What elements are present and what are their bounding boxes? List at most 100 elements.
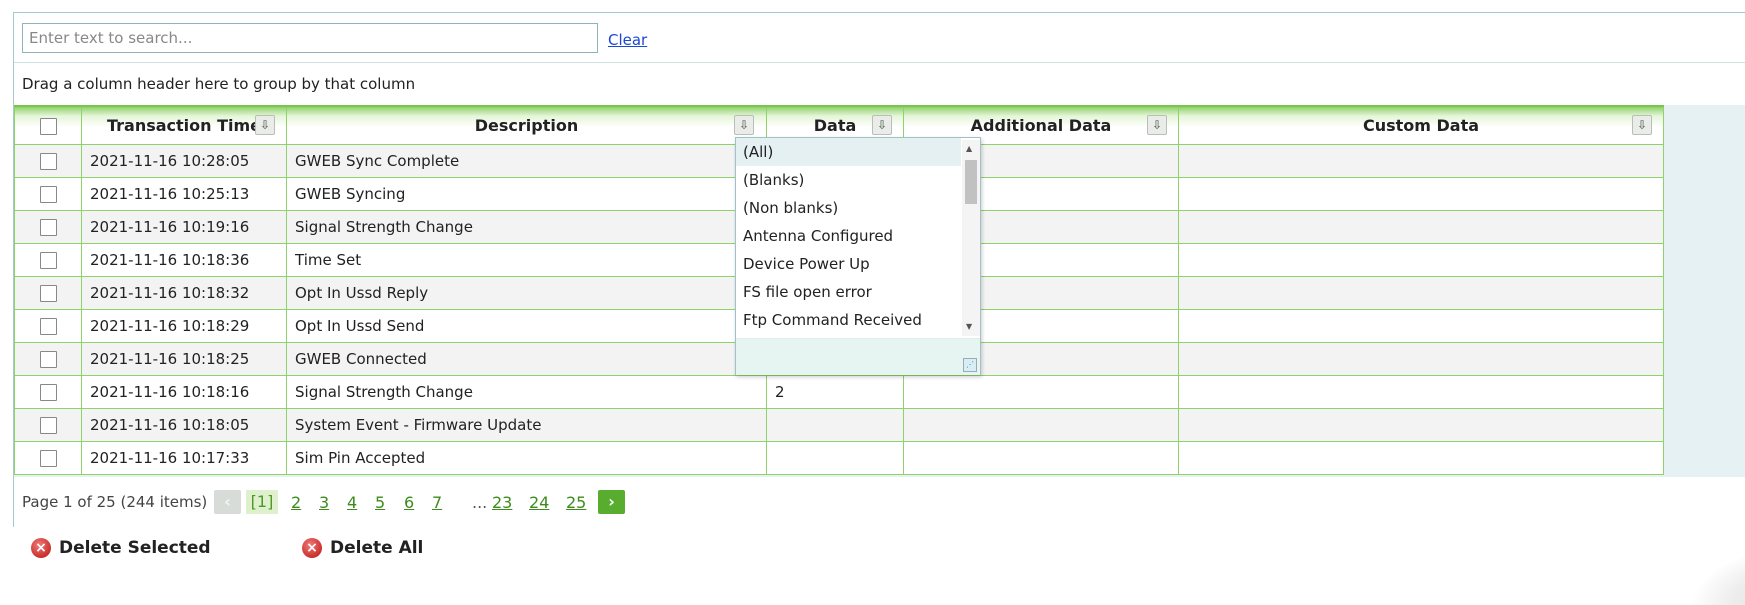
row-checkbox[interactable] bbox=[39, 317, 57, 335]
page-link-3[interactable]: 3 bbox=[319, 493, 329, 512]
cell-custom bbox=[1178, 308, 1664, 343]
cell-time: 2021-11-16 10:25:13 bbox=[81, 176, 287, 211]
filter-dropdown-icon[interactable]: ⇩ bbox=[1632, 115, 1652, 135]
row-select-cell bbox=[14, 407, 82, 442]
filter-option[interactable]: (Blanks) bbox=[736, 166, 961, 194]
row-checkbox[interactable] bbox=[39, 284, 57, 302]
next-page-button[interactable]: › bbox=[598, 490, 625, 514]
cell-time: 2021-11-16 10:18:32 bbox=[81, 275, 287, 310]
page-link-2[interactable]: 2 bbox=[291, 493, 301, 512]
cell-custom bbox=[1178, 440, 1664, 475]
cell-time: 2021-11-16 10:19:16 bbox=[81, 209, 287, 244]
page-link-7[interactable]: 7 bbox=[432, 493, 442, 512]
filter-option[interactable]: Antenna Configured bbox=[736, 222, 961, 250]
cell-custom bbox=[1178, 143, 1664, 178]
cell-desc: GWEB Syncing bbox=[286, 176, 767, 211]
row-checkbox[interactable] bbox=[39, 251, 57, 269]
dropdown-footer: ⋰ bbox=[736, 338, 980, 375]
cell-custom bbox=[1178, 275, 1664, 310]
row-select-cell bbox=[14, 440, 82, 475]
delete-selected-label: Delete Selected bbox=[59, 538, 211, 558]
cell-time: 2021-11-16 10:18:36 bbox=[81, 242, 287, 277]
scroll-down-icon[interactable]: ▼ bbox=[966, 322, 972, 331]
search-input[interactable] bbox=[22, 23, 598, 53]
cell-custom bbox=[1178, 209, 1664, 244]
row-checkbox[interactable] bbox=[39, 449, 57, 467]
row-checkbox[interactable] bbox=[39, 416, 57, 434]
row-select-cell bbox=[14, 143, 82, 178]
table-row[interactable]: 2021-11-16 10:18:05 System Event - Firmwa… bbox=[14, 407, 1664, 442]
cell-add bbox=[903, 374, 1179, 409]
column-header-label: Additional Data bbox=[970, 115, 1112, 135]
cell-custom bbox=[1178, 242, 1664, 277]
filter-options-list: (All) (Blanks) (Non blanks) Antenna Configu… bbox=[736, 138, 961, 338]
column-header-label: Custom Data bbox=[1362, 115, 1480, 135]
description-filter-dropdown: (All) (Blanks) (Non blanks) Antenna Configu… bbox=[735, 137, 981, 375]
cell-desc: Opt In Ussd Send bbox=[286, 308, 767, 343]
resize-grip-icon[interactable]: ⋰ bbox=[963, 358, 977, 372]
cell-data bbox=[766, 407, 904, 442]
row-select-cell bbox=[14, 209, 82, 244]
cell-custom bbox=[1178, 341, 1664, 376]
corner-shadow bbox=[1690, 545, 1745, 605]
search-bar: Clear bbox=[14, 13, 1745, 63]
filter-dropdown-icon[interactable]: ⇩ bbox=[255, 115, 275, 135]
delete-all-button[interactable]: × Delete All bbox=[302, 536, 423, 560]
filter-option[interactable]: Device Power Up bbox=[736, 250, 961, 278]
cell-desc: Sim Pin Accepted bbox=[286, 440, 767, 475]
row-select-cell bbox=[14, 308, 82, 343]
row-checkbox[interactable] bbox=[39, 218, 57, 236]
cell-time: 2021-11-16 10:18:25 bbox=[81, 341, 287, 376]
filter-option[interactable]: (Non blanks) bbox=[736, 194, 961, 222]
filter-dropdown-icon[interactable]: ⇩ bbox=[872, 115, 892, 135]
page-link-24[interactable]: 24 bbox=[529, 493, 549, 512]
table-row[interactable]: 2021-11-16 10:18:16 Signal Strength Chang… bbox=[14, 374, 1664, 409]
page-link-6[interactable]: 6 bbox=[404, 493, 414, 512]
row-select-cell bbox=[14, 341, 82, 376]
column-header-description[interactable]: Description ⇩ bbox=[286, 105, 767, 145]
delete-x-icon: × bbox=[31, 538, 51, 558]
scroll-up-icon[interactable]: ▲ bbox=[966, 144, 972, 153]
current-page: [1] bbox=[246, 490, 278, 514]
filter-option[interactable]: (All) bbox=[736, 138, 961, 166]
page-link-5[interactable]: 5 bbox=[375, 493, 385, 512]
select-all-checkbox[interactable] bbox=[39, 117, 57, 135]
page-link-23[interactable]: 23 bbox=[492, 493, 512, 512]
row-checkbox[interactable] bbox=[39, 185, 57, 203]
cell-time: 2021-11-16 10:17:33 bbox=[81, 440, 287, 475]
row-select-cell bbox=[14, 242, 82, 277]
cell-desc: Signal Strength Change bbox=[286, 374, 767, 409]
cell-time: 2021-11-16 10:18:16 bbox=[81, 374, 287, 409]
page-link-4[interactable]: 4 bbox=[347, 493, 357, 512]
cell-desc: GWEB Sync Complete bbox=[286, 143, 767, 178]
cell-desc: GWEB Connected bbox=[286, 341, 767, 376]
column-header-transaction-time[interactable]: Transaction Time ⇩ bbox=[81, 105, 287, 145]
delete-selected-button[interactable]: × Delete Selected bbox=[31, 536, 211, 560]
filter-dropdown-icon[interactable]: ⇩ bbox=[734, 115, 754, 135]
cell-custom bbox=[1178, 374, 1664, 409]
filter-option[interactable]: FS file open error bbox=[736, 278, 961, 306]
table-row[interactable]: 2021-11-16 10:17:33 Sim Pin Accepted bbox=[14, 440, 1664, 475]
cell-desc: Signal Strength Change bbox=[286, 209, 767, 244]
row-select-cell bbox=[14, 176, 82, 211]
filter-dropdown-icon[interactable]: ⇩ bbox=[1147, 115, 1167, 135]
cell-time: 2021-11-16 10:18:05 bbox=[81, 407, 287, 442]
group-panel: Drag a column header here to group by th… bbox=[14, 63, 1745, 105]
column-header-label: Transaction Time bbox=[106, 115, 262, 135]
dropdown-scrollbar[interactable]: ▲ ▼ bbox=[962, 140, 980, 336]
cell-desc: Time Set bbox=[286, 242, 767, 277]
row-checkbox[interactable] bbox=[39, 383, 57, 401]
cell-time: 2021-11-16 10:28:05 bbox=[81, 143, 287, 178]
filter-option[interactable]: Ftp Command Received bbox=[736, 306, 961, 334]
page-link-25[interactable]: 25 bbox=[566, 493, 586, 512]
cell-desc: Opt In Ussd Reply bbox=[286, 275, 767, 310]
prev-page-button[interactable]: ‹ bbox=[214, 490, 241, 514]
cell-add bbox=[903, 407, 1179, 442]
row-checkbox[interactable] bbox=[39, 350, 57, 368]
cell-custom bbox=[1178, 407, 1664, 442]
cell-data bbox=[766, 440, 904, 475]
column-header-custom-data[interactable]: Custom Data ⇩ bbox=[1178, 105, 1664, 145]
row-checkbox[interactable] bbox=[39, 152, 57, 170]
scrollbar-thumb[interactable] bbox=[965, 160, 977, 204]
clear-link[interactable]: Clear bbox=[608, 31, 647, 49]
